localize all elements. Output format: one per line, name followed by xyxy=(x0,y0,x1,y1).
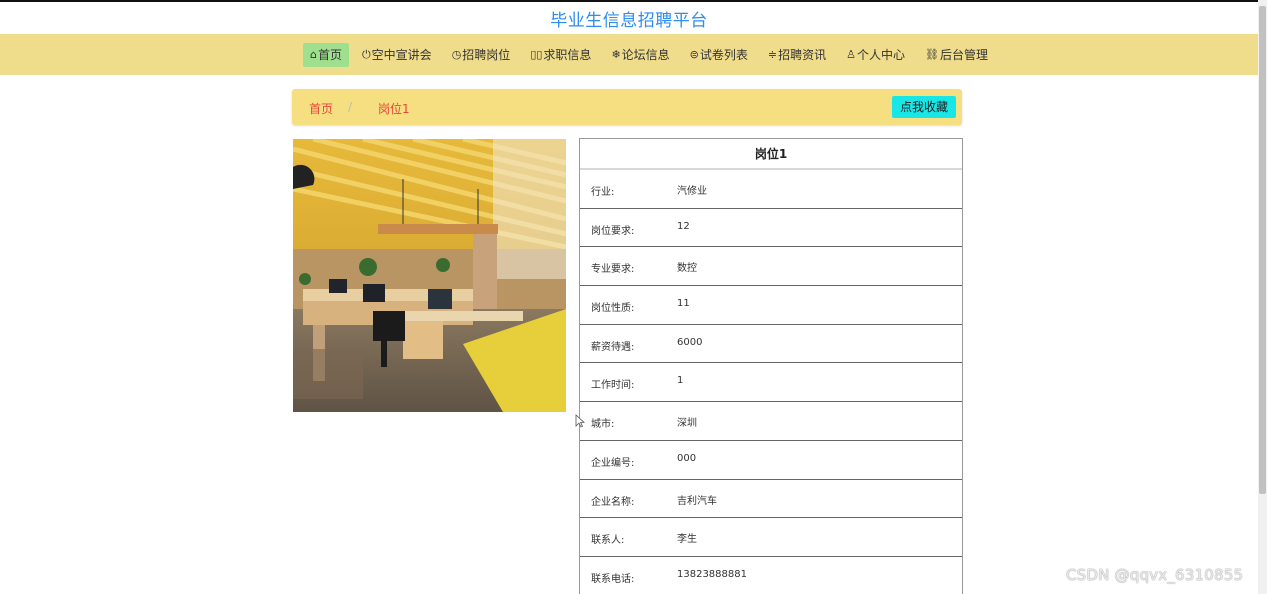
power-icon: ⏻ xyxy=(361,47,371,61)
nav-item-label: 首页 xyxy=(317,48,342,62)
detail-row-company-name: 企业名称: 吉利汽车 xyxy=(580,480,962,519)
detail-value: 李生 xyxy=(677,534,697,546)
nav-item-label: 空中宣讲会 xyxy=(371,48,432,62)
site-title: 毕业生信息招聘平台 xyxy=(550,11,708,31)
breadcrumb-current: 岗位1 xyxy=(378,102,410,116)
detail-label: 岗位要求: xyxy=(591,225,635,237)
nav-item-label: 论坛信息 xyxy=(621,48,670,62)
detail-row-industry: 行业: 汽修业 xyxy=(580,170,962,209)
clock-icon: ◷ xyxy=(451,48,462,61)
home-icon: ⌂ xyxy=(309,48,317,61)
detail-row-city: 城市: 深圳 xyxy=(580,402,962,441)
detail-value: 11 xyxy=(677,298,690,310)
main-navbar: ⌂ 首页 ⏻ 空中宣讲会 ◷ 招聘岗位 ▯▯ 求职信息 ❄ 论坛信息 ⊜ 试卷列… xyxy=(0,34,1258,75)
job-detail-table: 岗位1 行业: 汽修业 岗位要求: 12 专业要求: 数控 岗位性质: 11 薪… xyxy=(579,138,963,594)
detail-value: 6000 xyxy=(677,336,703,348)
breadcrumb-separator: / xyxy=(348,100,353,114)
vertical-scrollbar[interactable] xyxy=(1258,0,1267,594)
detail-value: 12 xyxy=(677,220,690,232)
page: 毕业生信息招聘平台 ⌂ 首页 ⏻ 空中宣讲会 ◷ 招聘岗位 ▯▯ 求职信息 ❄ … xyxy=(0,0,1267,594)
scrollbar-thumb[interactable] xyxy=(1259,6,1266,494)
nav-item-job-posts[interactable]: ◷ 招聘岗位 xyxy=(445,43,518,67)
nav-item-label: 试卷列表 xyxy=(699,48,748,62)
detail-label: 行业: xyxy=(591,187,615,198)
nav-item-label: 个人中心 xyxy=(857,48,906,62)
user-icon: ♙ xyxy=(846,48,857,61)
detail-label: 薪资待遇: xyxy=(591,341,635,353)
nav-item-label: 招聘资讯 xyxy=(778,48,827,62)
collect-button[interactable]: 点我收藏 xyxy=(891,96,956,118)
detail-value: 000 xyxy=(677,452,697,464)
snowflake-icon: ❄ xyxy=(611,48,621,61)
top-border xyxy=(0,0,1258,2)
detail-row-contact: 联系人: 李生 xyxy=(580,518,962,557)
detail-label: 城市: xyxy=(591,419,615,431)
mouse-cursor-icon xyxy=(575,414,585,428)
detail-value: 吉利汽车 xyxy=(677,495,717,507)
office-image xyxy=(293,139,566,412)
nav-item-job-seeking[interactable]: ▯▯ 求职信息 xyxy=(523,43,598,67)
detail-value: 13823888881 xyxy=(677,568,747,580)
nav-item-label: 求职信息 xyxy=(543,48,592,62)
detail-row-requirement: 岗位要求: 12 xyxy=(580,209,962,248)
detail-value: 深圳 xyxy=(677,418,697,430)
nav-item-home[interactable]: ⌂ 首页 xyxy=(302,42,349,67)
detail-label: 企业编号: xyxy=(591,457,635,469)
detail-value: 汽修业 xyxy=(677,186,707,197)
detail-row-salary: 薪资待遇: 6000 xyxy=(580,325,962,364)
detail-label: 企业名称: xyxy=(591,496,635,508)
detail-row-work-time: 工作时间: 1 xyxy=(580,363,962,403)
detail-row-major: 专业要求: 数控 xyxy=(580,247,962,287)
detail-label: 联系人: xyxy=(591,535,625,547)
nav-item-air-preach[interactable]: ⏻ 空中宣讲会 xyxy=(355,43,439,67)
breadcrumb: 首页 / 岗位1 点我收藏 xyxy=(292,89,962,125)
columns-icon: ▯▯ xyxy=(530,48,543,61)
detail-value: 数控 xyxy=(677,263,697,275)
detail-label: 联系电话: xyxy=(591,573,635,585)
nav-item-label: 后台管理 xyxy=(940,48,989,62)
news-icon: ≑ xyxy=(767,48,778,61)
detail-label: 专业要求: xyxy=(591,264,635,276)
link-icon: ⛓ xyxy=(925,48,939,61)
detail-row-phone: 联系电话: 13823888881 xyxy=(580,557,962,594)
detail-label: 岗位性质: xyxy=(591,303,635,315)
detail-row-company-id: 企业编号: 000 xyxy=(580,441,962,480)
nav-item-personal-center[interactable]: ♙ 个人中心 xyxy=(839,43,912,67)
detail-row-nature: 岗位性质: 11 xyxy=(580,286,962,325)
circle-list-icon: ⊜ xyxy=(689,48,699,61)
job-title: 岗位1 xyxy=(580,139,962,170)
nav-item-news[interactable]: ≑ 招聘资讯 xyxy=(761,43,833,67)
detail-value: 1 xyxy=(677,375,684,387)
nav-item-label: 招聘岗位 xyxy=(462,48,511,62)
watermark: CSDN @qqvx_6310855 xyxy=(1066,566,1244,584)
detail-label: 工作时间: xyxy=(591,380,635,392)
job-photo xyxy=(293,139,566,412)
nav-item-forum[interactable]: ❄ 论坛信息 xyxy=(604,43,676,67)
nav-item-exam-list[interactable]: ⊜ 试卷列表 xyxy=(683,43,755,67)
breadcrumb-home-link[interactable]: 首页 xyxy=(309,100,333,117)
nav-item-admin[interactable]: ⛓ 后台管理 xyxy=(918,43,995,67)
